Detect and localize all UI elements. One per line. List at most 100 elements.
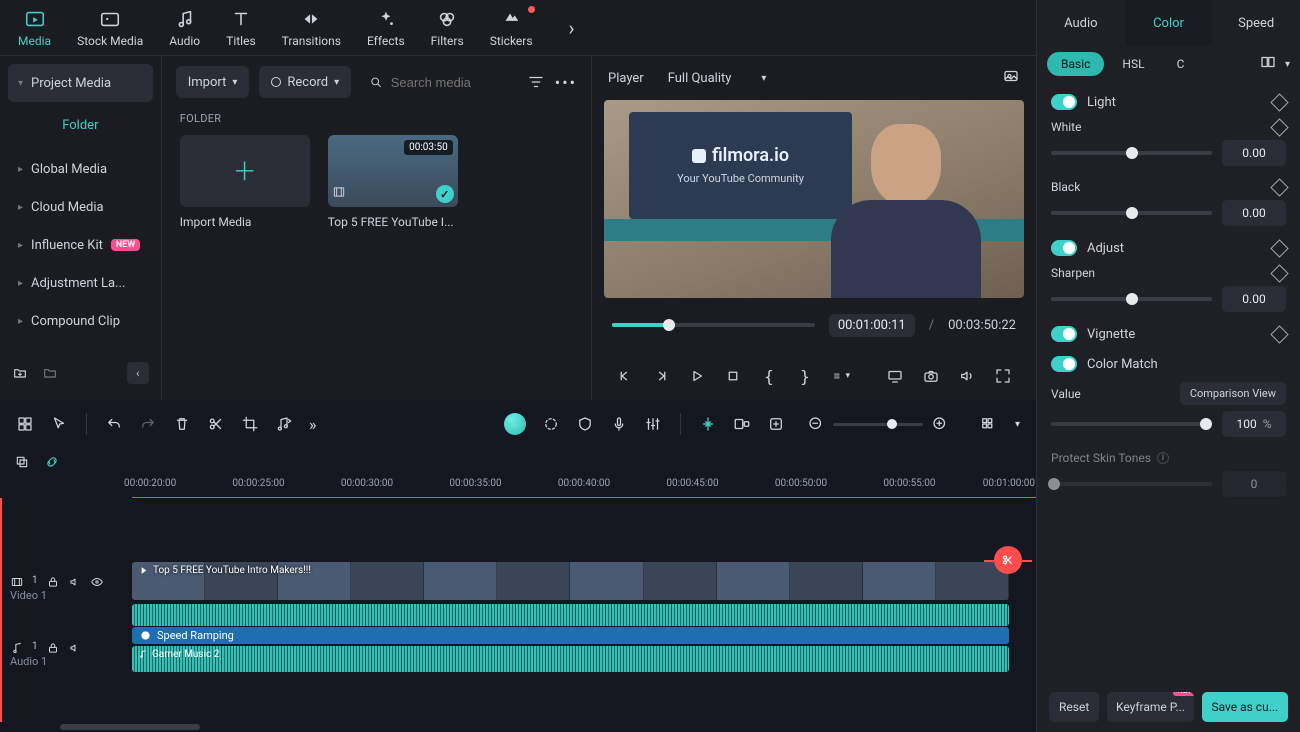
sidebar-influence-kit[interactable]: ▸Influence KitNEW: [8, 226, 153, 264]
fullscreen-icon[interactable]: [994, 367, 1012, 385]
black-value[interactable]: 0.00: [1222, 200, 1286, 226]
color-match-toggle[interactable]: [1051, 356, 1077, 372]
play-icon[interactable]: [688, 367, 706, 385]
nav-media[interactable]: Media: [18, 8, 51, 48]
mark-out-icon[interactable]: }: [796, 367, 814, 385]
reset-button[interactable]: Reset: [1049, 692, 1099, 722]
protect-value[interactable]: 0: [1222, 471, 1286, 497]
track-size-icon[interactable]: [979, 415, 997, 433]
import-media-card[interactable]: + Import Media: [180, 135, 310, 229]
cursor-icon[interactable]: [50, 415, 68, 433]
sidebar-folder[interactable]: Folder: [8, 106, 153, 144]
black-slider[interactable]: [1051, 211, 1212, 215]
white-slider[interactable]: [1051, 151, 1212, 155]
speed-icon[interactable]: [275, 415, 293, 433]
zoom-slider[interactable]: [833, 423, 923, 426]
tab-color[interactable]: Color: [1125, 0, 1213, 46]
new-folder-icon[interactable]: [12, 365, 28, 381]
player-quality-select[interactable]: Full Quality▾: [658, 63, 777, 93]
ai-assist-icon[interactable]: [504, 413, 526, 435]
more-icon[interactable]: •••: [555, 73, 577, 92]
vignette-toggle[interactable]: [1051, 326, 1077, 342]
player-progress[interactable]: [612, 323, 815, 327]
media-search-input[interactable]: [391, 75, 509, 90]
add-marker-icon[interactable]: [767, 415, 785, 433]
sidebar-compound-clip[interactable]: ▸Compound Clip: [8, 302, 153, 340]
video-lane[interactable]: Top 5 FREE YouTube Intro Makers!!!: [132, 560, 1036, 604]
sidebar-global-media[interactable]: ▸Global Media: [8, 150, 153, 188]
sidebar-adjustment-layer[interactable]: ▸Adjustment La...: [8, 264, 153, 302]
nav-filters[interactable]: Filters: [431, 8, 464, 48]
nav-effects[interactable]: Effects: [367, 8, 405, 48]
keyframe-icon[interactable]: [1270, 239, 1288, 257]
voiceover-icon[interactable]: [610, 415, 628, 433]
nav-stickers[interactable]: Stickers: [490, 8, 533, 48]
keyframe-icon[interactable]: [1270, 264, 1288, 282]
comparison-view-button[interactable]: Comparison View: [1180, 382, 1286, 405]
chevron-down-icon[interactable]: ▾: [1285, 59, 1290, 70]
link-track-icon[interactable]: [733, 415, 751, 433]
sidebar-project-media[interactable]: ▾ Project Media: [8, 64, 153, 102]
link-icon[interactable]: [44, 454, 60, 470]
next-frame-icon[interactable]: [652, 367, 670, 385]
lock-icon[interactable]: [46, 575, 60, 589]
duplicate-icon[interactable]: [14, 454, 30, 470]
mute-icon[interactable]: [68, 575, 82, 589]
nav-titles[interactable]: Titles: [226, 8, 255, 48]
timeline-ruler[interactable]: 00:00:20:00 00:00:25:00 00:00:30:00 00:0…: [132, 476, 1036, 498]
subtab-curves[interactable]: C: [1163, 52, 1191, 76]
keyframe-icon[interactable]: [1270, 178, 1288, 196]
crop-icon[interactable]: [241, 415, 259, 433]
sidebar-cloud-media[interactable]: ▸Cloud Media: [8, 188, 153, 226]
redo-icon[interactable]: [139, 415, 157, 433]
record-button[interactable]: Record▾: [259, 66, 351, 98]
nav-audio[interactable]: Audio: [169, 8, 200, 48]
tab-audio[interactable]: Audio: [1037, 0, 1125, 46]
delete-icon[interactable]: [173, 415, 191, 433]
value-slider[interactable]: [1051, 422, 1212, 426]
save-custom-button[interactable]: Save as cu...: [1202, 692, 1288, 722]
subtab-hsl[interactable]: HSL: [1108, 52, 1158, 76]
display-icon[interactable]: [886, 367, 904, 385]
playback-options-icon[interactable]: ▾: [832, 367, 850, 385]
marker-shield-icon[interactable]: [576, 415, 594, 433]
media-clip-card[interactable]: 00:03:50 ✓ Top 5 FREE YouTube I...: [328, 135, 458, 229]
import-button[interactable]: Import▾: [176, 66, 250, 98]
keyframe-icon[interactable]: [1270, 325, 1288, 343]
nav-stock-media[interactable]: Stock Media: [77, 8, 143, 48]
stop-icon[interactable]: [724, 367, 742, 385]
value-value[interactable]: 100 %: [1222, 411, 1286, 437]
player-viewport[interactable]: filmora.io Your YouTube Community: [604, 100, 1024, 298]
sharpen-slider[interactable]: [1051, 297, 1212, 301]
mark-in-icon[interactable]: {: [760, 367, 778, 385]
sidebar-collapse-button[interactable]: ‹: [127, 362, 149, 384]
filter-icon[interactable]: [527, 73, 545, 91]
light-toggle[interactable]: [1051, 94, 1077, 110]
playhead[interactable]: [0, 498, 2, 722]
info-icon[interactable]: i: [1157, 452, 1169, 464]
volume-icon[interactable]: [958, 367, 976, 385]
video-audio-wave[interactable]: [132, 604, 1009, 626]
more-tools-icon[interactable]: »: [309, 415, 327, 433]
snap-icon[interactable]: [699, 415, 717, 433]
prev-frame-icon[interactable]: [616, 367, 634, 385]
undo-icon[interactable]: [105, 415, 123, 433]
protect-slider[interactable]: [1051, 482, 1212, 486]
adjust-toggle[interactable]: [1051, 240, 1077, 256]
media-search[interactable]: [361, 66, 517, 98]
video-clip[interactable]: Top 5 FREE YouTube Intro Makers!!!: [132, 562, 1009, 600]
layout-icon[interactable]: [16, 415, 34, 433]
nav-more-chevron-icon[interactable]: ›: [569, 16, 575, 40]
zoom-out-icon[interactable]: [807, 415, 825, 433]
video-track-header[interactable]: 1 Video 1: [0, 560, 132, 604]
folder-bin-icon[interactable]: [42, 365, 58, 381]
keyframe-path-button[interactable]: Keyframe P...NEW: [1107, 692, 1193, 722]
scissors-tool-icon[interactable]: [994, 546, 1022, 574]
color-wheel-icon[interactable]: [542, 415, 560, 433]
mixer-icon[interactable]: [644, 415, 662, 433]
audio-speed-clip[interactable]: Speed Ramping: [132, 627, 1009, 644]
timeline-hscroll[interactable]: [0, 722, 1036, 732]
zoom-in-icon[interactable]: [931, 415, 949, 433]
split-icon[interactable]: [207, 415, 225, 433]
sharpen-value[interactable]: 0.00: [1222, 286, 1286, 312]
